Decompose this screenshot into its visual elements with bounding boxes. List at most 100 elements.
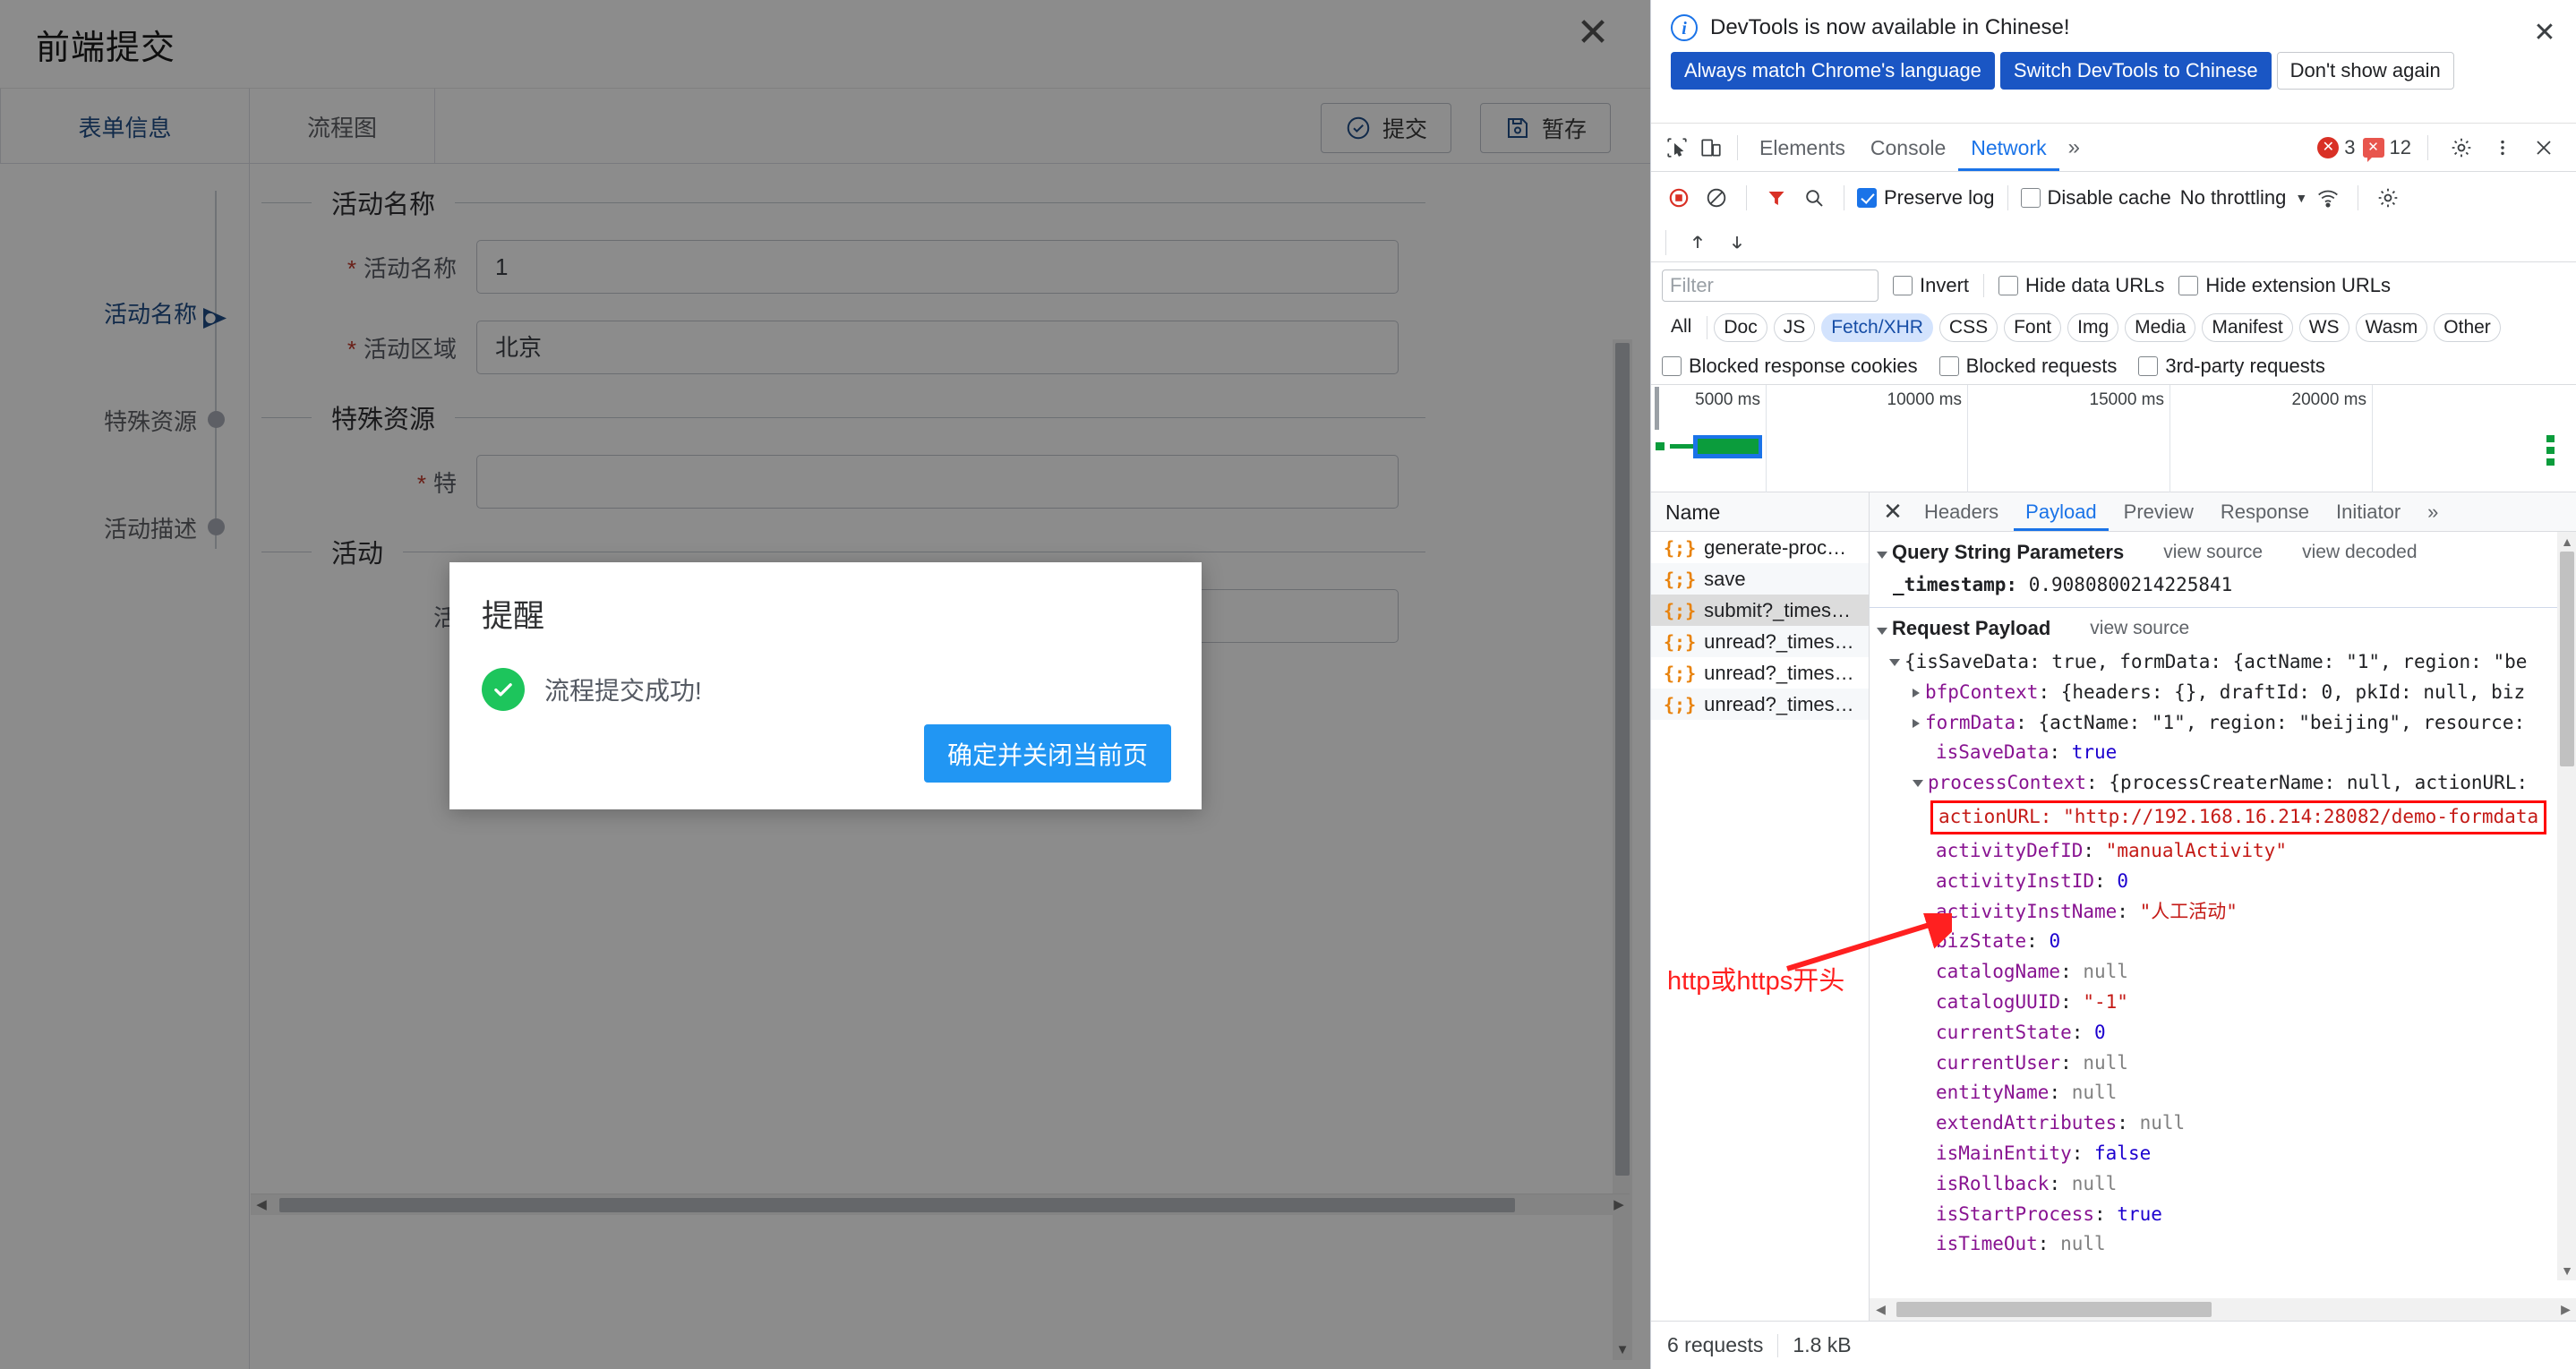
network-overview-timeline[interactable]: 5000 ms 10000 ms 15000 ms 20000 ms — [1651, 385, 2576, 492]
close-detail-icon[interactable]: ✕ — [1877, 498, 1909, 526]
detail-tab-payload[interactable]: Payload — [2014, 492, 2109, 531]
payload-value: {actName: "1", region: "beijing", resour… — [2038, 711, 2526, 733]
banner-close-icon[interactable]: ✕ — [2527, 16, 2563, 52]
payload-key: activityInstName — [1936, 900, 2118, 922]
query-view-decoded-link[interactable]: view decoded — [2302, 542, 2417, 563]
warning-count: 12 — [2389, 135, 2411, 158]
timeline-tick: 10000 ms — [1767, 385, 1968, 492]
payload-horizontal-scrollbar[interactable]: ◀ ▶ — [1870, 1298, 2576, 1321]
always-match-language-button[interactable]: Always match Chrome's language — [1671, 52, 1995, 90]
dont-show-again-button[interactable]: Don't show again — [2276, 52, 2454, 90]
info-icon: i — [1671, 14, 1698, 41]
timeline-tick-label: 10000 ms — [1887, 390, 1962, 409]
tab-network[interactable]: Network — [1958, 124, 2058, 171]
devtools-language-banner: i DevTools is now available in Chinese! … — [1651, 0, 2576, 124]
record-button-icon[interactable] — [1662, 181, 1696, 215]
tab-elements[interactable]: Elements — [1747, 124, 1858, 171]
payload-line-formdata[interactable]: formData: {actName: "1", region: "beijin… — [1870, 708, 2576, 739]
type-chip-all[interactable]: All — [1662, 313, 1701, 342]
payload-horizontal-thumb[interactable] — [1896, 1302, 2212, 1317]
settings-gear-icon[interactable] — [2444, 131, 2478, 165]
type-chip-doc[interactable]: Doc — [1714, 313, 1767, 342]
request-payload-section-header[interactable]: Request Payload view source — [1870, 608, 2576, 647]
request-name: generate-proc… — [1704, 535, 1847, 559]
scroll-up-arrow-icon[interactable]: ▲ — [2557, 532, 2576, 552]
payload-vertical-thumb[interactable] — [2560, 552, 2574, 766]
hide-extension-urls-checkbox[interactable]: Hide extension URLs — [2178, 274, 2391, 297]
request-row-unread-2[interactable]: {;} unread?_times… — [1651, 657, 1869, 689]
confirm-and-close-button[interactable]: 确定并关闭当前页 — [923, 724, 1171, 783]
type-chip-ws[interactable]: WS — [2298, 313, 2349, 342]
inspect-element-icon[interactable] — [1660, 131, 1694, 165]
more-tabs-icon[interactable]: » — [2059, 135, 2089, 160]
type-chip-wasm[interactable]: Wasm — [2355, 313, 2428, 342]
request-row-unread-3[interactable]: {;} unread?_times… — [1651, 689, 1869, 720]
payload-view-source-link[interactable]: view source — [2090, 618, 2189, 639]
payload-line-catalogname: catalogName: null — [1936, 961, 2128, 983]
network-conditions-icon[interactable] — [2311, 181, 2345, 215]
network-settings-gear-icon[interactable] — [2371, 181, 2405, 215]
payload-line-processcontext[interactable]: processContext: {processCreaterName: nul… — [1870, 768, 2576, 799]
third-party-requests-checkbox[interactable]: 3rd-party requests — [2138, 355, 2325, 378]
detail-tab-initiator[interactable]: Initiator — [2324, 492, 2412, 531]
blocked-requests-checkbox[interactable]: Blocked requests — [1938, 355, 2117, 378]
request-payload-title: Request Payload — [1892, 617, 2051, 639]
filter-funnel-icon[interactable] — [1759, 181, 1793, 215]
detail-tab-response[interactable]: Response — [2209, 492, 2321, 531]
expand-triangle-icon[interactable] — [1913, 688, 1920, 697]
payload-value: null — [2071, 1172, 2118, 1194]
payload-line-bfpcontext[interactable]: bfpContext: {headers: {}, draftId: 0, pk… — [1870, 678, 2576, 708]
close-devtools-icon[interactable] — [2527, 131, 2561, 165]
payload-value: null — [2083, 961, 2128, 983]
warning-count-badge[interactable]: ✕ 12 — [2362, 135, 2411, 162]
export-har-icon[interactable] — [1720, 226, 1754, 260]
switch-to-chinese-button[interactable]: Switch DevTools to Chinese — [1999, 52, 2272, 90]
resource-type-filter-row: All Doc JS Fetch/XHR CSS Font Img Media … — [1651, 308, 2576, 347]
filter-input[interactable] — [1662, 269, 1879, 302]
type-chip-css[interactable]: CSS — [1938, 313, 1998, 342]
tab-console[interactable]: Console — [1858, 124, 1958, 171]
type-chip-media[interactable]: Media — [2125, 313, 2196, 342]
type-chip-js[interactable]: JS — [1773, 313, 1816, 342]
collapse-triangle-icon[interactable] — [1877, 552, 1887, 559]
payload-root-line[interactable]: {isSaveData: true, formData: {actName: "… — [1870, 647, 2576, 678]
scroll-down-arrow-icon[interactable]: ▼ — [2557, 1261, 2576, 1280]
preserve-log-checkbox[interactable]: Preserve log — [1857, 186, 1995, 210]
payload-value: "http://192.168.16.214:28082/demo-formda… — [2063, 806, 2539, 828]
type-chip-other[interactable]: Other — [2434, 313, 2501, 342]
collapse-triangle-icon[interactable] — [1913, 780, 1923, 788]
clear-network-log-icon[interactable] — [1699, 181, 1733, 215]
more-options-icon[interactable] — [2486, 131, 2520, 165]
detail-tab-preview[interactable]: Preview — [2112, 492, 2205, 531]
expand-triangle-icon[interactable] — [1889, 659, 1900, 666]
expand-triangle-icon[interactable] — [1913, 718, 1920, 728]
request-row-save[interactable]: {;} save — [1651, 563, 1869, 595]
detail-tab-headers[interactable]: Headers — [1913, 492, 2010, 531]
request-row-generate-proc[interactable]: {;} generate-proc… — [1651, 532, 1869, 563]
disable-cache-checkbox[interactable]: Disable cache — [2020, 186, 2171, 210]
detail-more-tabs-icon[interactable]: » — [2416, 492, 2450, 531]
device-toolbar-icon[interactable] — [1694, 131, 1728, 165]
type-chip-fetch-xhr[interactable]: Fetch/XHR — [1821, 313, 1933, 342]
payload-key: isStartProcess — [1936, 1202, 2095, 1225]
dialog-title: 提醒 — [482, 599, 545, 634]
chevron-down-icon[interactable]: ▼ — [2295, 191, 2307, 205]
query-string-section-header[interactable]: Query String Parameters view source view… — [1870, 532, 2576, 571]
request-row-submit[interactable]: {;} submit?_times… — [1651, 595, 1869, 626]
blocked-response-cookies-checkbox[interactable]: Blocked response cookies — [1662, 355, 1918, 378]
error-count-badge[interactable]: ✕ 3 — [2317, 136, 2356, 159]
type-chip-manifest[interactable]: Manifest — [2202, 313, 2293, 342]
hide-data-urls-checkbox[interactable]: Hide data URLs — [1998, 274, 2164, 297]
collapse-triangle-icon[interactable] — [1877, 628, 1887, 635]
payload-vertical-scrollbar[interactable]: ▲ ▼ — [2557, 532, 2576, 1280]
scroll-left-arrow-icon[interactable]: ◀ — [1870, 1298, 1892, 1321]
throttling-select[interactable]: No throttling — [2180, 186, 2287, 210]
invert-checkbox[interactable]: Invert — [1893, 274, 1969, 297]
type-chip-img[interactable]: Img — [2067, 313, 2119, 342]
query-view-source-link[interactable]: view source — [2163, 542, 2263, 563]
scroll-right-arrow-icon[interactable]: ▶ — [2555, 1298, 2576, 1321]
import-har-icon[interactable] — [1681, 226, 1715, 260]
request-row-unread-1[interactable]: {;} unread?_times… — [1651, 626, 1869, 657]
type-chip-font[interactable]: Font — [2004, 313, 2062, 342]
search-icon[interactable] — [1797, 181, 1831, 215]
